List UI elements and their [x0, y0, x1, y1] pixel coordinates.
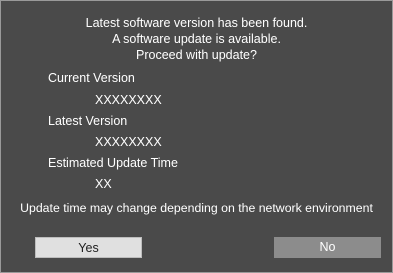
latest-version-label: Latest Version [48, 114, 128, 128]
dialog-message-line-3: Proceed with update? [136, 48, 257, 62]
latest-version-value: XXXXXXXX [95, 135, 162, 149]
yes-button[interactable]: Yes [35, 237, 142, 258]
network-environment-note: Update time may change depending on the … [20, 201, 373, 215]
software-update-dialog: Latest software version has been found. … [0, 0, 393, 273]
dialog-message-line-2: A software update is available. [112, 32, 281, 46]
estimated-update-time-value: XX [95, 177, 112, 191]
current-version-label: Current Version [48, 71, 135, 85]
current-version-value: XXXXXXXX [95, 93, 162, 107]
estimated-update-time-label: Estimated Update Time [48, 156, 178, 170]
no-button[interactable]: No [274, 237, 381, 258]
dialog-message-line-1: Latest software version has been found. [85, 16, 308, 30]
